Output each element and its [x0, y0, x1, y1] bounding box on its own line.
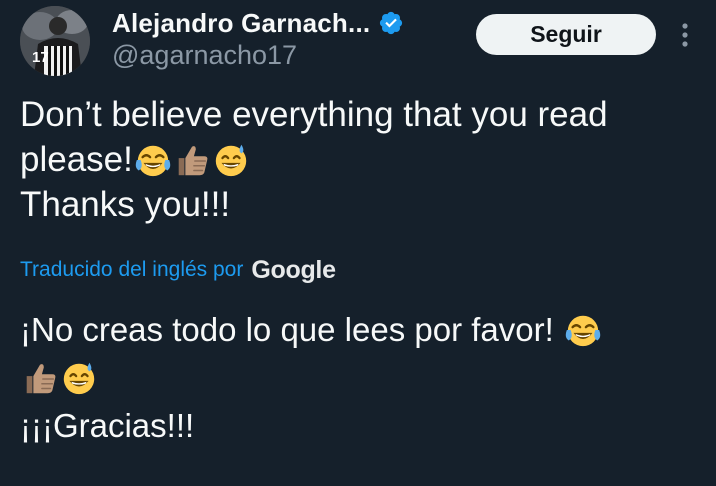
grinning-sweat-emoji: [212, 141, 250, 179]
avatar[interactable]: 17: [20, 6, 90, 76]
follow-button[interactable]: Seguir: [476, 14, 656, 55]
tweet-line-2: please!: [20, 137, 700, 182]
thumbs-up-emoji: [173, 141, 211, 179]
verified-badge-icon: [380, 11, 403, 35]
display-name-row: Alejandro Garnach...: [112, 4, 404, 42]
user-handle[interactable]: @agarnacho17: [112, 40, 297, 71]
display-name[interactable]: Alejandro Garnach...: [112, 8, 370, 39]
translation-line-1: ¡No creas todo lo que lees por favor!: [20, 306, 700, 354]
google-logo: Google: [251, 255, 336, 284]
tweet-line-1: Don’t believe everything that you read: [20, 95, 608, 134]
translated-by-label[interactable]: Traducido del inglés por: [20, 258, 243, 282]
grinning-sweat-emoji: [60, 359, 98, 397]
avatar-jersey-number: 17: [32, 49, 49, 66]
tweet-line-3: Thanks you!!!: [20, 185, 231, 224]
translation-line-3: ¡¡¡Gracias!!!: [20, 407, 195, 444]
thumbs-up-emoji: [21, 359, 59, 397]
tweet-card: 17 Alejandro Garnach... @agarnacho17 Seg…: [0, 0, 716, 486]
tweet-text: Don’t believe everything that you read p…: [20, 92, 700, 227]
translation-text: ¡No creas todo lo que lees por favor! ¡¡…: [20, 306, 700, 450]
tears-of-joy-emoji: [564, 311, 602, 349]
more-options-icon[interactable]: [674, 20, 696, 50]
translation-attribution[interactable]: Traducido del inglés por Google: [20, 252, 336, 288]
translation-line-1-text: ¡No creas todo lo que lees por favor!: [20, 311, 554, 348]
translation-line-2: [20, 354, 700, 402]
tears-of-joy-emoji: [134, 141, 172, 179]
avatar-photo: 17: [20, 6, 90, 76]
tweet-line-2-text: please!: [20, 140, 133, 179]
